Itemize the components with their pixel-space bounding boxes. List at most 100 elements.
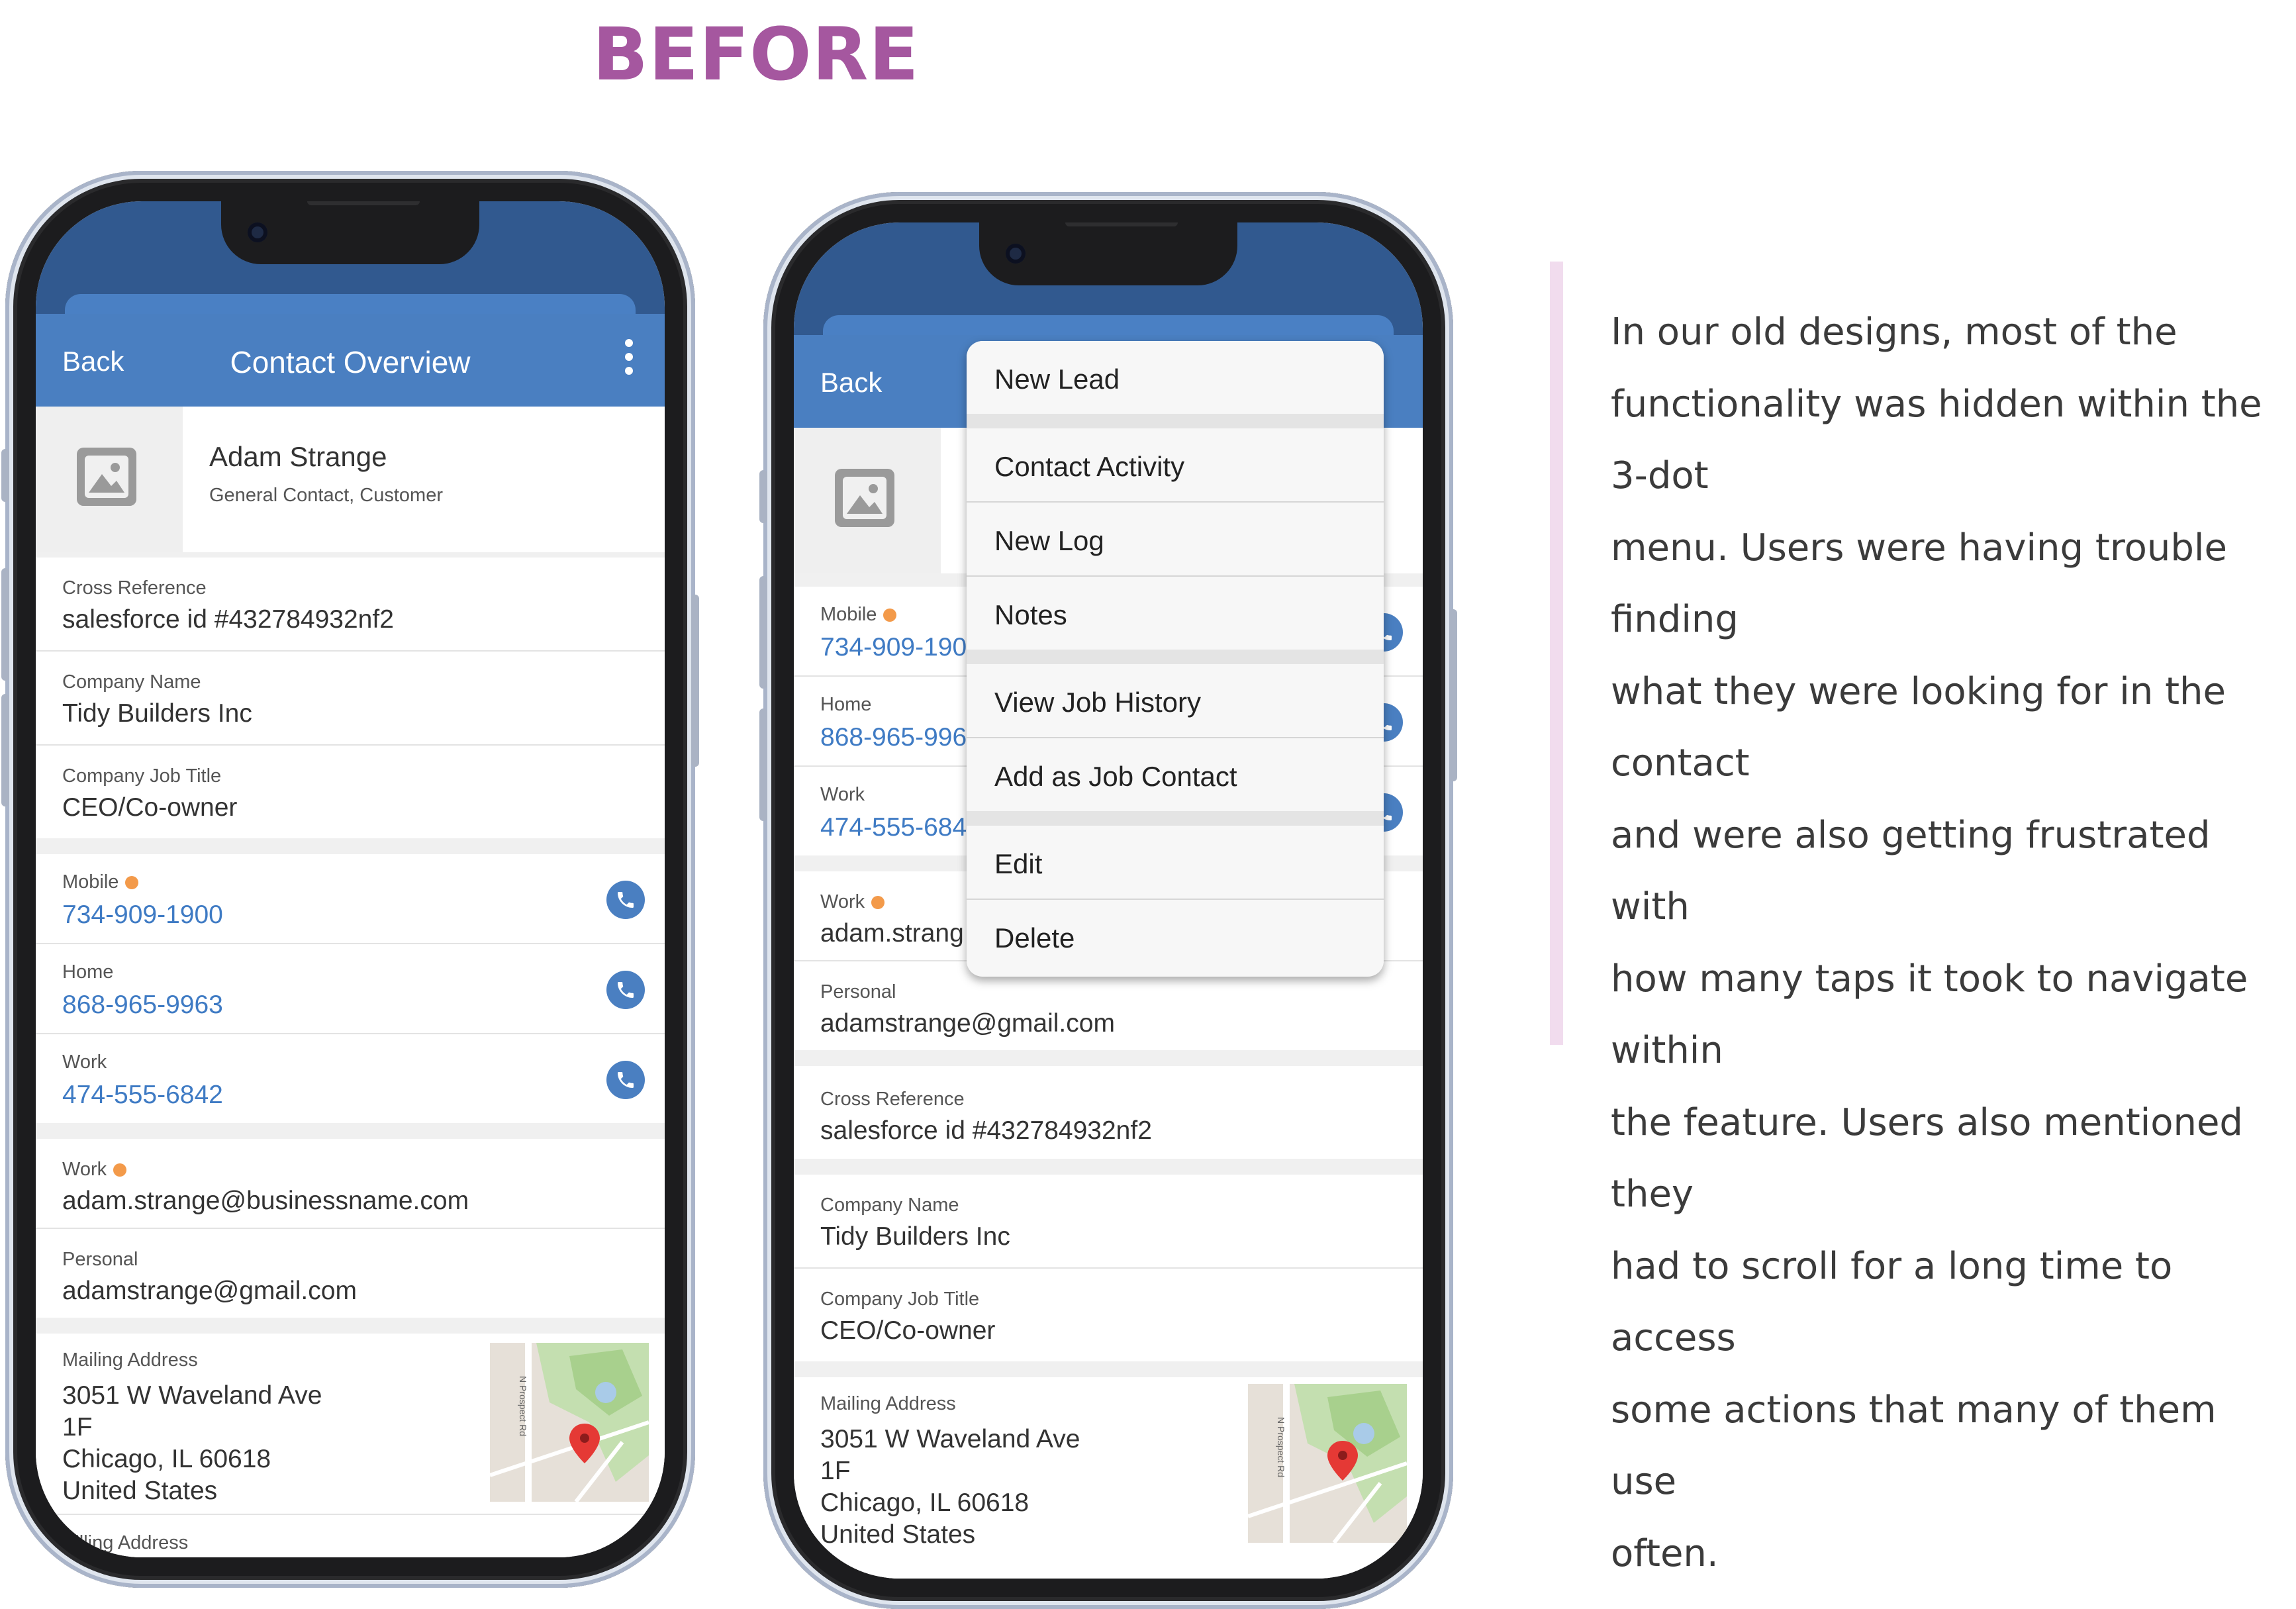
menu-item-notes[interactable]: Notes (967, 577, 1384, 651)
field-row: Cross Reference salesforce id #432784932… (36, 558, 665, 652)
phone-number-link[interactable]: 734-909-190 (820, 633, 967, 662)
email-label: Work (62, 1159, 107, 1180)
menu-item-label: New Lead (994, 364, 1120, 395)
address-line: 3051 W Waveland Ave (820, 1425, 1080, 1453)
menu-item-delete[interactable]: Delete (967, 900, 1384, 973)
menu-item-label: Contact Activity (994, 451, 1185, 482)
field-value: Tidy Builders Inc (62, 699, 252, 728)
email-label: Personal (62, 1249, 138, 1270)
menu-item-label: Edit (994, 848, 1043, 879)
page-heading: BEFORE (593, 12, 920, 97)
email-value[interactable]: adamstrange@gmail.com (820, 1009, 1115, 1038)
menu-item-edit[interactable]: Edit (967, 826, 1384, 900)
app-bar: Back Contact Overview (36, 314, 665, 407)
phone-number-link[interactable]: 474-555-6842 (62, 1081, 223, 1110)
field-label: Company Job Title (820, 1289, 980, 1310)
phone-row[interactable]: Home 868-965-9963 (36, 944, 665, 1034)
menu-item-label: Add as Job Contact (994, 761, 1237, 792)
menu-item-label: View Job History (994, 687, 1202, 718)
field-value: salesforce id #432784932nf2 (820, 1116, 1152, 1145)
email-label: Personal (820, 981, 896, 1002)
image-placeholder-icon (77, 448, 136, 506)
field-label: Company Name (820, 1195, 959, 1216)
phone-number-link[interactable]: 868-965-9963 (62, 991, 223, 1020)
field-row: Company Name Tidy Builders Inc (36, 652, 665, 746)
field-value: Tidy Builders Inc (820, 1222, 1010, 1251)
map-thumbnail[interactable]: N Prospect Rd (490, 1343, 649, 1502)
description-line: had to scroll for a long time to access (1611, 1244, 2173, 1360)
address-line: United States (820, 1520, 976, 1549)
description-line: how many taps it took to navigate within (1611, 957, 2248, 1073)
camera-icon (1006, 244, 1026, 264)
description-line: the feature. Users also mentioned they (1611, 1100, 2243, 1216)
phone-call-icon[interactable] (606, 1061, 645, 1099)
map-road-label: N Prospect Rd (518, 1376, 528, 1436)
camera-icon (248, 222, 267, 242)
description-line: In our old designs, most of the (1611, 311, 2177, 354)
field-label: Company Job Title (62, 765, 222, 787)
phone-call-icon[interactable] (606, 881, 645, 919)
description-line: and were also getting frustrated with (1611, 813, 2211, 929)
avatar (36, 407, 183, 552)
phone-mockup-contact-overview: Back Contact Overview Adam Strange Gener… (1, 171, 699, 1588)
description-line: often. (1611, 1532, 1719, 1575)
phone-call-icon[interactable] (606, 971, 645, 1009)
description-line: functionality was hidden within the 3-do… (1611, 382, 2262, 498)
field-value: salesforce id #432784932nf2 (62, 605, 394, 634)
phone-number-link[interactable]: 474-555-684 (820, 813, 967, 842)
menu-item-label: Delete (994, 922, 1075, 953)
field-row: Company Job Title CEO/Co-owner (36, 746, 665, 838)
address-line: Chicago, IL 60618 (62, 1445, 271, 1473)
contact-type: General Contact, Customer (209, 485, 443, 506)
address-row[interactable]: Mailing Address 3051 W Waveland Ave 1F C… (794, 1377, 1423, 1579)
phone-notch (979, 222, 1237, 285)
menu-item-new-lead[interactable]: New Lead (967, 341, 1384, 415)
menu-item-contact-activity[interactable]: Contact Activity (967, 428, 1384, 503)
menu-item-label: Notes (994, 599, 1067, 630)
field-row: Cross Reference salesforce id #432784932… (794, 1066, 1423, 1159)
contact-name: Adam Strange (209, 441, 387, 472)
address-label: Billing Address (62, 1532, 189, 1553)
phone-label: Mobile (62, 871, 119, 893)
email-value[interactable]: adamstrange@gmail.com (62, 1277, 357, 1306)
menu-item-add-job-contact[interactable]: Add as Job Contact (967, 738, 1384, 812)
more-options-icon[interactable] (624, 339, 634, 381)
primary-dot-icon (871, 896, 885, 910)
field-row: Company Job Title CEO/Co-owner (794, 1269, 1423, 1361)
address-line: 3051 W Waveland Ave (62, 1381, 322, 1410)
address-line: United States (62, 1477, 218, 1505)
address-label: Mailing Address (62, 1349, 198, 1371)
back-button[interactable]: Back (820, 367, 882, 399)
primary-dot-icon (125, 876, 139, 890)
map-road-label: N Prospect Rd (1276, 1417, 1286, 1477)
field-row: Company Name Tidy Builders Inc (794, 1175, 1423, 1269)
menu-item-view-job-history[interactable]: View Job History (967, 664, 1384, 738)
map-thumbnail[interactable]: N Prospect Rd (1248, 1384, 1407, 1543)
phone-label: Mobile (820, 604, 877, 625)
phone-number-link[interactable]: 734-909-1900 (62, 901, 223, 930)
address-line: 1F (820, 1457, 851, 1485)
email-value[interactable]: adam.strange@businessname.com (62, 1187, 469, 1216)
phone-screen: Back Contact Overview Adam Strange Gener… (36, 201, 665, 1557)
description-text: In our old designs, most of the function… (1611, 297, 2293, 1590)
phone-number-link[interactable]: 868-965-996 (820, 723, 967, 752)
field-label: Cross Reference (62, 577, 207, 599)
address-line: 1F (62, 1413, 93, 1441)
overflow-menu: New Lead Contact Activity New Log Notes … (967, 341, 1384, 977)
screen-title: Contact Overview (230, 345, 471, 379)
phone-label: Work (820, 784, 865, 805)
phone-row[interactable]: Work 474-555-6842 (36, 1034, 665, 1123)
description-line: menu. Users were having trouble finding (1611, 526, 2227, 642)
email-value[interactable]: adam.strang (820, 919, 964, 948)
phone-row[interactable]: Mobile 734-909-1900 (36, 854, 665, 944)
email-row[interactable]: Personal adamstrange@gmail.com (36, 1229, 665, 1318)
address-label: Mailing Address (820, 1393, 956, 1414)
address-row[interactable]: Mailing Address 3051 W Waveland Ave 1F C… (36, 1334, 665, 1515)
email-label: Work (820, 891, 865, 912)
address-row[interactable]: Billing Address (36, 1515, 665, 1557)
menu-item-new-log[interactable]: New Log (967, 503, 1384, 577)
description-line: what they were looking for in the contac… (1611, 669, 2226, 785)
email-row[interactable]: Work adam.strange@businessname.com (36, 1139, 665, 1229)
phone-label: Home (62, 961, 114, 983)
primary-dot-icon (883, 609, 897, 622)
